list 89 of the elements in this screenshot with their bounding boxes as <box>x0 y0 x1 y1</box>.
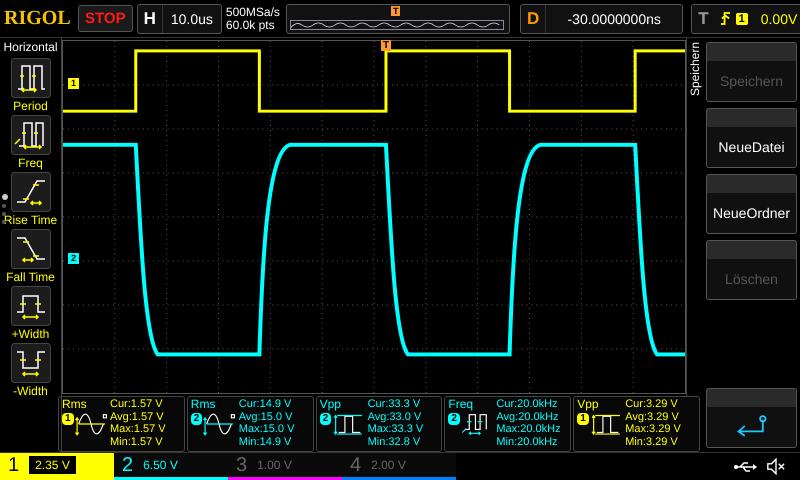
measurement-value: Cur:3.29 V <box>625 398 679 410</box>
measurement-value: Min:1.57 V <box>110 436 164 448</box>
memory-depth: 60.0k pts <box>226 18 276 32</box>
measure-icon <box>10 115 50 155</box>
measurement-value: Cur:33.3 V <box>368 398 422 410</box>
measure-icon <box>10 229 50 269</box>
trigger-source: 1 <box>736 12 748 24</box>
channel-badge: 1 <box>577 412 589 425</box>
speaker-muted-icon <box>766 458 786 475</box>
page-dot[interactable] <box>2 212 6 216</box>
measurement-value: Avg:15.0 V <box>238 410 294 423</box>
measurement-value: Avg:20.0kHz <box>496 410 560 423</box>
measurement-value: Cur:20.0kHz <box>496 398 559 410</box>
usb-icon <box>734 460 758 472</box>
measurement-card[interactable]: Freq 2 Cur:20.0kHz Avg:20.0kHz Max:20.0kHz Min:20.0kHz <box>444 396 572 452</box>
channel-number: 1 <box>8 454 20 476</box>
menu-title: Speichern <box>687 41 703 98</box>
channel-number: 4 <box>350 454 362 476</box>
channel-badge: 1 <box>62 412 74 425</box>
measurement-value: Avg:33.0 V <box>368 410 422 423</box>
channel-scale: 2.00 V <box>371 458 406 472</box>
run-stop-button[interactable]: STOP <box>78 5 133 32</box>
measurement-value: Avg:1.57 V <box>110 410 165 423</box>
measure-icon <box>10 58 50 98</box>
measurement-value: Cur:14.9 V <box>238 398 292 410</box>
menu-button[interactable] <box>706 388 797 448</box>
measurement-icon <box>202 410 236 436</box>
channel-number: 3 <box>236 454 248 476</box>
menu-button[interactable]: NeueDatei <box>706 108 797 168</box>
measurement-name: Freq <box>448 398 474 410</box>
measurement-icon <box>74 410 108 436</box>
page-dot[interactable] <box>2 220 6 224</box>
channel-scale: 6.50 V <box>143 458 178 472</box>
sample-rate: 500MSa/s <box>226 6 280 18</box>
measure-item[interactable]: -Width <box>10 343 50 398</box>
trigger-marker[interactable]: T <box>381 40 392 51</box>
channel-badge: 2 <box>320 412 332 425</box>
measurement-name: Vpp <box>320 398 342 410</box>
rising-edge-icon <box>720 11 731 26</box>
channel-marker[interactable]: 1 <box>68 78 80 89</box>
measurement-value: Max:20.0kHz <box>496 423 561 436</box>
channel-number: 2 <box>122 454 134 476</box>
measurement-name: Vpp <box>577 398 600 410</box>
channel-scale: 1.00 V <box>257 458 292 472</box>
timebase-value: 10.0us <box>162 4 221 32</box>
measurement-value: Min:3.29 V <box>625 436 679 448</box>
measure-item[interactable]: Freq <box>10 115 50 170</box>
trigger-display[interactable]: T 1 0.00V <box>691 4 800 34</box>
channel-tab[interactable]: 2 6.50 V <box>114 453 228 480</box>
measurement-value: Max:15.0 V <box>238 423 294 436</box>
measurement-value: Avg:3.29 V <box>625 410 680 423</box>
measurement-card[interactable]: Rms 2 Cur:14.9 V Avg:15.0 V Max:15.0 V Min:14.9 V <box>186 396 314 452</box>
measurement-value: Max:3.29 V <box>625 423 681 436</box>
measurement-name: Rms <box>190 398 216 410</box>
measurement-value: Max:1.57 V <box>110 423 166 436</box>
measure-item[interactable]: Rise Time <box>4 172 58 227</box>
sidebar-title: Horizontal <box>3 40 58 54</box>
measurement-value: Cur:1.57 V <box>110 398 164 410</box>
delay-value: -30.0000000ns <box>545 4 682 32</box>
measure-icon <box>10 286 50 326</box>
measurement-value: Min:20.0kHz <box>496 436 559 448</box>
channel-badge: 2 <box>190 412 202 425</box>
page-dot[interactable] <box>2 204 6 208</box>
measurement-value: Min:14.9 V <box>238 436 292 448</box>
measure-icon <box>10 343 50 383</box>
delay-label: D <box>526 8 540 28</box>
measurement-card[interactable]: Vpp 2 Cur:33.3 V Avg:33.0 V Max:33.3 V Min:32.8 V <box>316 396 442 452</box>
measurement-value: Max:33.3 V <box>368 423 424 436</box>
trigger-label: T <box>697 8 710 28</box>
measure-item[interactable]: +Width <box>10 286 50 341</box>
brand-logo: RIGOL <box>4 7 72 30</box>
channel-marker[interactable]: 2 <box>68 253 80 264</box>
measurement-card[interactable]: Rms 1 Cur:1.57 V Avg:1.57 V Max:1.57 V Min:1.57 V <box>58 396 185 452</box>
measure-item[interactable]: Period <box>10 58 50 113</box>
measurement-name: Rms <box>62 398 88 410</box>
channel-badge: 2 <box>448 412 460 425</box>
page-dot[interactable] <box>2 194 8 200</box>
measure-icon <box>10 172 50 212</box>
timebase-display[interactable]: H 10.0us <box>136 4 222 34</box>
measurement-value: Min:32.8 V <box>368 436 422 448</box>
trigger-position-marker: T <box>390 6 400 16</box>
menu-button[interactable]: NeueOrdner <box>706 174 797 234</box>
timebase-label: H <box>142 8 157 28</box>
measure-item[interactable]: Fall Time <box>6 229 55 284</box>
delay-display[interactable]: D -30.0000000ns <box>520 4 684 34</box>
trigger-level: 0.00V <box>760 10 798 26</box>
measurement-card[interactable]: Vpp 1 Cur:3.29 V Avg:3.29 V Max:3.29 V Min:3.29 V <box>573 396 700 452</box>
channel-tab[interactable]: 1 2.35 V <box>0 453 114 480</box>
channel-scale: 2.35 V <box>29 456 76 474</box>
